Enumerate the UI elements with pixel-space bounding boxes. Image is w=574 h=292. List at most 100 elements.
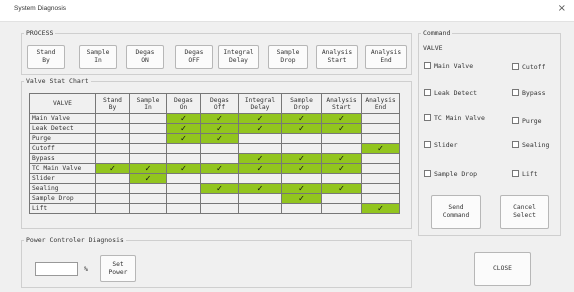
valve-cell: [129, 203, 167, 214]
purge-checkbox[interactable]: [512, 117, 519, 124]
valve-cell: [361, 123, 400, 134]
valve-cell: [200, 153, 239, 164]
close-icon[interactable]: ×: [558, 3, 566, 14]
valve-cell: [238, 203, 282, 214]
valve-row-label: Sample Drop: [29, 193, 96, 204]
sealing-checkbox[interactable]: [512, 141, 519, 148]
cutoff-checkbox[interactable]: [512, 63, 519, 70]
check-icon: ✓: [298, 164, 305, 173]
table-row: Purge ✓ ✓: [29, 133, 400, 144]
valve-cell-active: ✓: [129, 163, 167, 174]
valve-cell: [200, 173, 239, 184]
valve-cell-active: ✓: [238, 123, 282, 134]
valve-cell: [281, 133, 322, 144]
send-command-button[interactable]: Send Command: [431, 195, 481, 229]
check-icon: ✓: [216, 124, 223, 133]
main-valve-checkbox[interactable]: [424, 62, 431, 69]
valve-table-header: VALVE Stand By Sample In Degas On Degas …: [29, 93, 400, 114]
check-icon: ✓: [256, 124, 264, 133]
valve-cell: [166, 203, 201, 214]
valve-stat-table: VALVE Stand By Sample In Degas On Degas …: [29, 93, 400, 214]
close-button[interactable]: CLOSE: [474, 252, 531, 286]
process-button-sample-drop[interactable]: Sample Drop: [268, 45, 308, 69]
column-header: Analysis Start: [321, 93, 362, 114]
check-icon: ✓: [256, 164, 264, 173]
window-title: System Diagnosis: [14, 5, 67, 12]
process-button-degas-on[interactable]: Degas ON: [126, 45, 164, 69]
power-unit: %: [84, 265, 88, 273]
valve-row-label: Lift: [29, 203, 96, 214]
column-header: Degas On: [166, 93, 201, 114]
table-row: Slider ✓: [29, 173, 400, 184]
slider-label: Slider: [434, 141, 458, 149]
column-header: Sample Drop: [281, 93, 322, 114]
check-icon: ✓: [338, 114, 345, 123]
leak-detect-checkbox[interactable]: [424, 89, 431, 96]
valve-cell-active: ✓: [321, 183, 362, 194]
valve-cell: [321, 143, 362, 154]
slider-checkbox[interactable]: [424, 141, 431, 148]
process-button-analysis-start[interactable]: Analysis Start: [316, 45, 358, 69]
check-icon: ✓: [338, 124, 345, 133]
valve-cell: [321, 173, 362, 184]
check-icon: ✓: [377, 204, 384, 213]
valve-header-cell: VALVE: [29, 93, 96, 114]
sample-drop-checkbox[interactable]: [424, 170, 431, 177]
process-button-stand-by[interactable]: Stand By: [27, 45, 65, 69]
check-icon: ✓: [298, 154, 305, 163]
table-row: Sample Drop ✓: [29, 193, 400, 204]
valve-cell: [129, 113, 167, 124]
set-power-button[interactable]: Set Power: [100, 255, 136, 282]
valve-cell-active: ✓: [166, 163, 201, 174]
column-header: Sample In: [129, 93, 167, 114]
command-valve-header: VALVE: [423, 44, 443, 52]
valve-row-label: Bypass: [29, 153, 96, 164]
valve-cell: [129, 193, 167, 204]
lift-label: Lift: [522, 170, 538, 178]
main-valve-label: Main Valve: [434, 62, 474, 70]
check-icon: ✓: [298, 194, 305, 203]
valve-cell: [129, 133, 167, 144]
valve-cell: [129, 123, 167, 134]
leak-detect-label: Leak Detect: [434, 89, 478, 97]
sealing-label: Sealing: [522, 141, 550, 149]
valve-cell-active: ✓: [166, 113, 201, 124]
process-button-analysis-end[interactable]: Analysis End: [365, 45, 407, 69]
check-icon: ✓: [216, 114, 223, 123]
title-bar: System Diagnosis ×: [0, 0, 574, 22]
valve-row-label: Slider: [29, 173, 96, 184]
valve-cell: [361, 183, 400, 194]
lift-checkbox[interactable]: [512, 170, 519, 177]
valve-cell-active: ✓: [200, 123, 239, 134]
valve-cell: [321, 133, 362, 144]
process-button-degas-off[interactable]: Degas OFF: [175, 45, 213, 69]
bypass-checkbox[interactable]: [512, 89, 519, 96]
check-icon: ✓: [144, 164, 152, 173]
power-input[interactable]: [35, 262, 78, 276]
purge-label: Purge: [522, 117, 542, 125]
valve-cell: [281, 173, 322, 184]
valve-cell-active: ✓: [200, 163, 239, 174]
table-row: Cutoff ✓: [29, 143, 400, 154]
valve-cell-active: ✓: [95, 163, 130, 174]
cancel-select-button[interactable]: Cancel Select: [500, 195, 549, 229]
valve-row-label: Sealing: [29, 183, 96, 194]
process-button-sample-in[interactable]: Sample In: [79, 45, 117, 69]
valve-row-label: Cutoff: [29, 143, 96, 154]
check-icon: ✓: [338, 164, 345, 173]
valve-cell: [238, 193, 282, 204]
valve-cell: [361, 173, 400, 184]
cutoff-label: Cutoff: [522, 63, 546, 71]
valve-cell-active: ✓: [238, 163, 282, 174]
valve-cell: [361, 193, 400, 204]
check-icon: ✓: [298, 124, 305, 133]
valve-cell-active: ✓: [281, 193, 322, 204]
valve-cell-active: ✓: [129, 173, 167, 184]
check-icon: ✓: [109, 164, 116, 173]
check-icon: ✓: [216, 134, 223, 143]
valve-cell: [361, 113, 400, 124]
valve-cell: [95, 123, 130, 134]
tc-main-valve-checkbox[interactable]: [424, 114, 431, 121]
process-button-integral-delay[interactable]: Integral Delay: [218, 45, 259, 69]
check-icon: ✓: [338, 184, 345, 193]
